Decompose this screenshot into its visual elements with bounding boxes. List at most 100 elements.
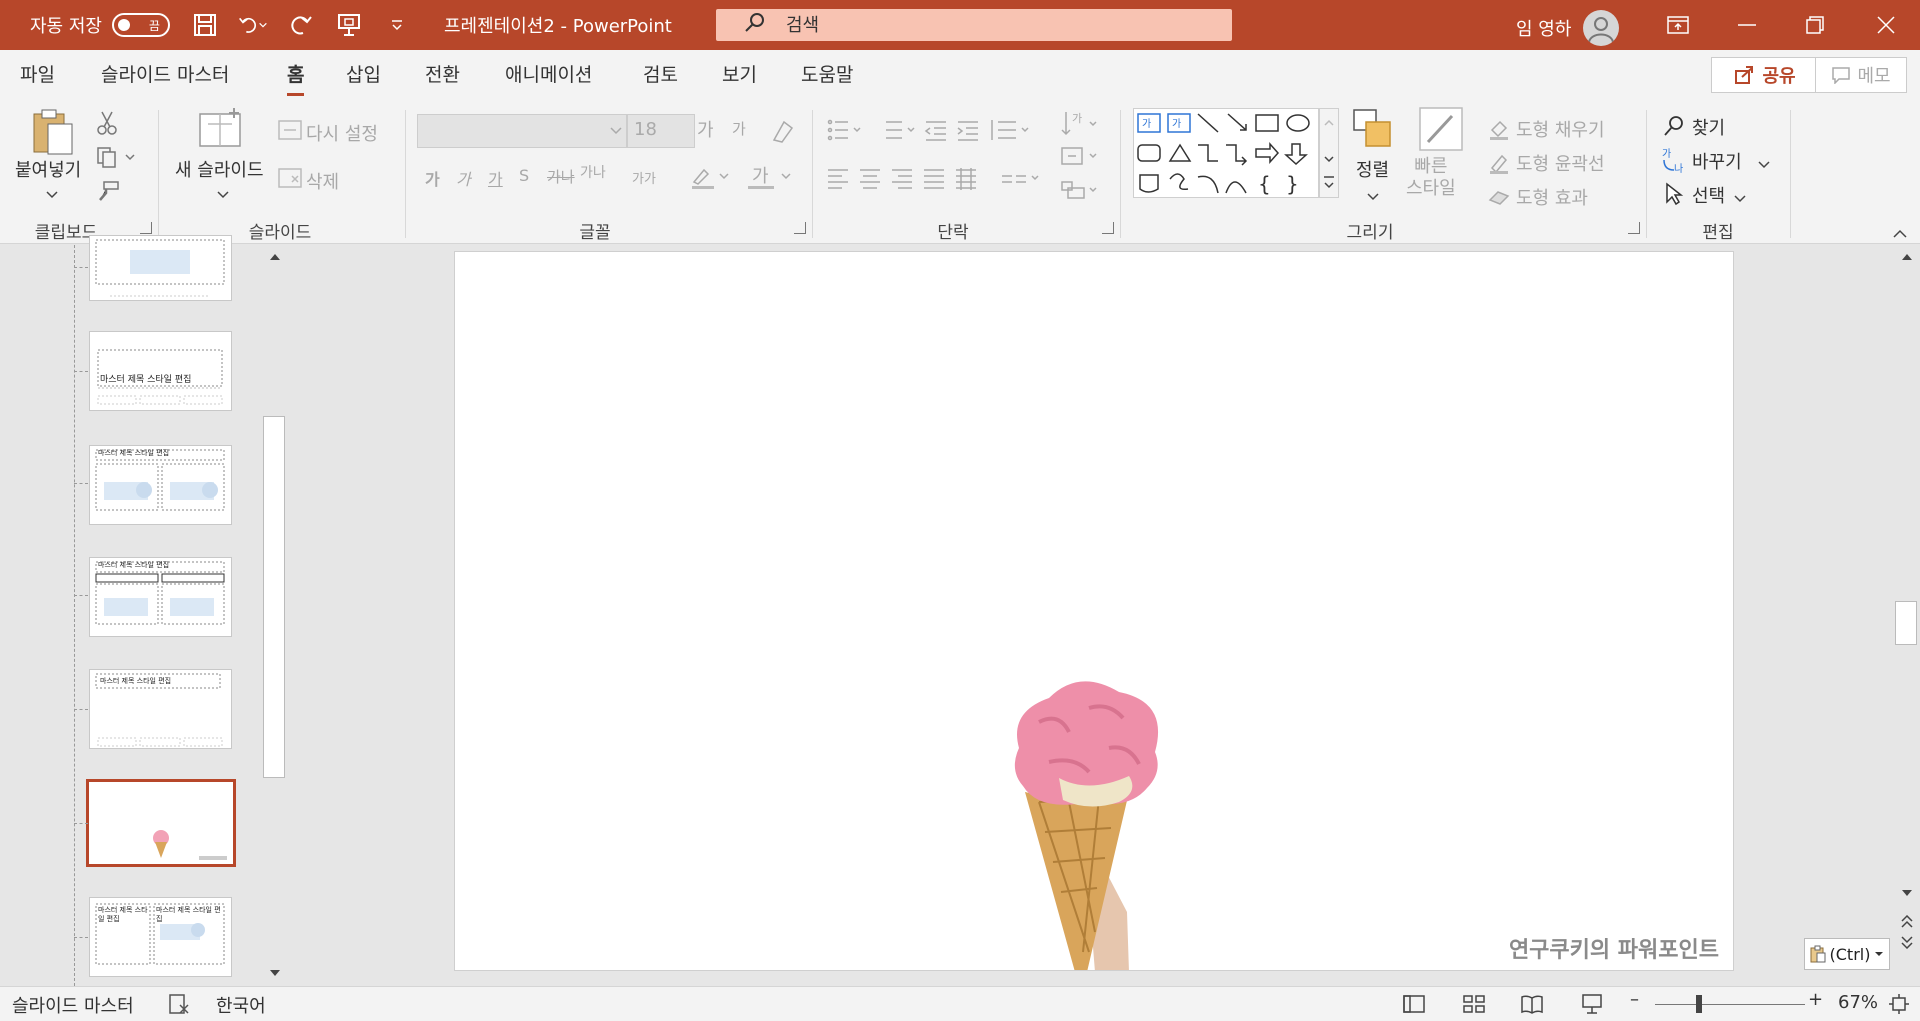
tab-review[interactable]: 검토: [643, 60, 678, 96]
share-button[interactable]: 공유: [1711, 57, 1819, 93]
reading-view-icon[interactable]: [1520, 993, 1544, 1020]
clipboard-launcher-icon[interactable]: [140, 222, 152, 234]
user-account[interactable]: 임 영하: [1516, 10, 1620, 46]
cut-icon[interactable]: [96, 110, 118, 140]
minimize-icon[interactable]: [1717, 0, 1777, 50]
slideshow-view-icon[interactable]: [1580, 993, 1604, 1020]
chevron-down-icon[interactable]: [1734, 188, 1746, 207]
replace-icon[interactable]: 가나: [1660, 146, 1688, 178]
font-size-select[interactable]: 18: [627, 114, 695, 148]
collapse-ribbon-icon[interactable]: [1892, 224, 1908, 243]
font-launcher-icon[interactable]: [794, 222, 806, 234]
paragraph-launcher-icon[interactable]: [1102, 222, 1114, 234]
bold-button[interactable]: 가: [425, 166, 440, 190]
normal-view-icon[interactable]: [1402, 993, 1426, 1020]
tab-file[interactable]: 파일: [20, 60, 55, 96]
format-painter-icon[interactable]: [96, 180, 120, 208]
tab-animations[interactable]: 애니메이션: [505, 60, 592, 96]
language-label[interactable]: 한국어: [216, 992, 266, 1018]
chevron-down-icon[interactable]: [1367, 186, 1379, 205]
comments-button[interactable]: 메모: [1815, 57, 1907, 93]
redo-icon[interactable]: [286, 10, 316, 40]
accessibility-icon[interactable]: [168, 993, 190, 1020]
thumbnail-scroll-thumb[interactable]: [263, 416, 285, 778]
zoom-in-button[interactable]: +: [1808, 989, 1823, 1010]
autosave-toggle[interactable]: 끔: [111, 13, 170, 37]
shapes-gallery-scroll[interactable]: [1319, 108, 1339, 198]
close-icon[interactable]: [1856, 0, 1916, 50]
find-icon[interactable]: [1662, 114, 1686, 142]
italic-button[interactable]: 가: [456, 166, 471, 190]
previous-slide-icon[interactable]: [1901, 915, 1913, 929]
new-slide-icon[interactable]: [198, 106, 244, 154]
shape-fill-icon[interactable]: [1488, 118, 1510, 144]
slide-thumbnail-selected[interactable]: [86, 779, 236, 867]
ice-cream-image[interactable]: [979, 652, 1219, 971]
slide-sorter-icon[interactable]: [1462, 993, 1486, 1020]
replace-label[interactable]: 바꾸기: [1692, 148, 1742, 174]
shadow-button[interactable]: S: [519, 166, 529, 185]
autosave[interactable]: 자동 저장 끔: [30, 12, 170, 38]
restore-icon[interactable]: [1785, 0, 1845, 50]
shape-effects-icon[interactable]: [1488, 186, 1510, 212]
underline-button[interactable]: 가: [488, 166, 503, 190]
fit-slide-icon[interactable]: [1888, 993, 1910, 1020]
paste-button-label[interactable]: 붙여넣기: [15, 156, 81, 182]
watermark-text[interactable]: 연구쿠키의 파워포인트: [1509, 932, 1719, 964]
drawing-launcher-icon[interactable]: [1628, 222, 1640, 234]
arrange-label[interactable]: 정렬: [1356, 156, 1389, 182]
tab-home[interactable]: 홈: [287, 60, 305, 96]
zoom-level[interactable]: 67%: [1838, 992, 1878, 1013]
save-icon[interactable]: [190, 10, 220, 40]
chevron-down-icon[interactable]: [1758, 154, 1770, 173]
clear-formatting-icon[interactable]: [770, 118, 796, 148]
zoom-slider-thumb[interactable]: [1696, 995, 1702, 1013]
copy-icon[interactable]: [96, 146, 136, 172]
grow-font-button[interactable]: 가: [697, 116, 714, 142]
slide-thumbnail[interactable]: 마스터 제목 스타일 편집: [89, 445, 232, 525]
slide-thumbnail-pane[interactable]: 마스터 제목 스타일 편집 마스터 제목 스타일 편집 마스터 제목 스타일 편…: [0, 235, 287, 986]
shape-fill-label[interactable]: 도형 채우기: [1516, 116, 1605, 142]
new-slide-label[interactable]: 새 슬라이드: [175, 156, 264, 182]
customize-qat-icon[interactable]: [382, 10, 412, 40]
quick-styles-icon[interactable]: [1418, 106, 1464, 156]
search-box[interactable]: [716, 9, 1232, 41]
tab-help[interactable]: 도움말: [801, 60, 853, 96]
arrange-icon[interactable]: [1352, 108, 1394, 156]
select-label[interactable]: 선택: [1692, 182, 1725, 208]
quick-styles-label[interactable]: 빠른 스타일: [1406, 156, 1456, 200]
text-direction-icon[interactable]: 가: [1060, 110, 1100, 142]
tab-transitions[interactable]: 전환: [425, 60, 460, 96]
shape-effects-label[interactable]: 도형 효과: [1516, 184, 1588, 210]
slide-thumbnail[interactable]: [89, 235, 232, 301]
tab-insert[interactable]: 삽입: [346, 60, 381, 96]
slide-scrollbar[interactable]: [1893, 245, 1920, 986]
slide-scroll-thumb[interactable]: [1895, 601, 1917, 645]
ribbon-display-options-icon[interactable]: [1648, 0, 1708, 50]
highlight-icon[interactable]: [690, 164, 730, 194]
slide-thumbnail[interactable]: 마스터 제목 스타일 편집 마스터 제목 스타일 편집: [89, 897, 232, 977]
font-name-select[interactable]: [417, 114, 627, 148]
align-text-icon[interactable]: [1060, 144, 1100, 172]
shape-outline-icon[interactable]: [1488, 152, 1510, 178]
shrink-font-button[interactable]: 가: [732, 118, 746, 139]
tab-view[interactable]: 보기: [722, 60, 757, 96]
change-case-button[interactable]: 가가: [632, 168, 656, 187]
next-slide-icon[interactable]: [1901, 935, 1913, 949]
undo-icon[interactable]: [238, 10, 268, 40]
shapes-gallery[interactable]: 가 가 { }: [1133, 108, 1319, 198]
shape-outline-label[interactable]: 도형 윤곽선: [1516, 150, 1605, 176]
zoom-slider-track[interactable]: [1655, 1004, 1805, 1005]
paste-icon[interactable]: [30, 108, 76, 162]
char-spacing-button[interactable]: 가나: [580, 162, 606, 182]
paste-options-button[interactable]: (Ctrl): [1804, 938, 1890, 970]
chevron-down-icon[interactable]: [46, 184, 58, 203]
search-input[interactable]: [786, 14, 1186, 36]
tab-slide-master[interactable]: 슬라이드 마스터: [101, 60, 229, 96]
smartart-icon[interactable]: [1060, 178, 1100, 206]
font-color-icon[interactable]: 가: [746, 164, 792, 194]
avatar[interactable]: [1583, 10, 1620, 46]
chevron-down-icon[interactable]: [217, 184, 229, 203]
slide-thumbnail[interactable]: 마스터 제목 스타일 편집: [89, 557, 232, 637]
strikethrough-button[interactable]: 가나: [547, 166, 575, 187]
